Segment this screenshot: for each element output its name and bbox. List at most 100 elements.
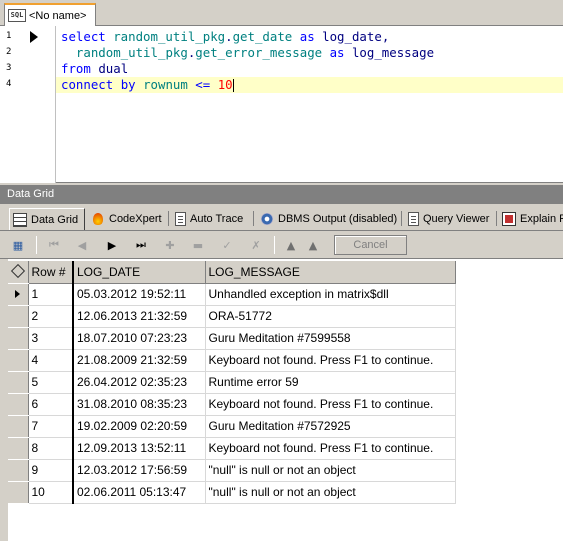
code-line-4[interactable]: connect by rownum <= 10 — [56, 77, 563, 93]
toolbar-separator — [274, 236, 275, 254]
tab-separator — [496, 211, 497, 226]
tab-dbms-output[interactable]: DBMS Output (disabled) — [257, 208, 397, 230]
cell-log-message[interactable]: ORA-51772 — [205, 305, 456, 328]
cell-rownum[interactable]: 7 — [28, 415, 74, 438]
import-icon[interactable]: ▲ — [305, 237, 321, 253]
document-tab[interactable]: SQL <No name> — [4, 3, 96, 26]
cell-log-date[interactable]: 31.08.2010 08:35:23 — [73, 393, 206, 416]
cell-rownum[interactable]: 2 — [28, 305, 74, 328]
data-grid[interactable]: Row # LOG_DATE LOG_MESSAGE 1 05.03.2012 1… — [0, 259, 563, 541]
cell-log-message[interactable]: Unhandled exception in matrix$dll — [205, 283, 456, 306]
cell-rownum[interactable]: 6 — [28, 393, 74, 416]
select-all-icon — [10, 263, 25, 278]
result-tabs: Data Grid CodeXpert Auto Trace DBMS Outp… — [0, 204, 563, 231]
cell-rownum[interactable]: 3 — [28, 327, 74, 350]
row-indicator[interactable] — [8, 459, 29, 482]
cell-rownum[interactable]: 1 — [28, 283, 74, 306]
cell-rownum[interactable]: 9 — [28, 459, 74, 482]
cell-log-message[interactable]: Keyboard not found. Press F1 to continue… — [205, 393, 456, 416]
row-indicator[interactable] — [8, 283, 29, 306]
cell-log-message[interactable]: "null" is null or not an object — [205, 481, 456, 504]
table-row[interactable]: 7 19.02.2009 02:20:59 Guru Meditation #757… — [8, 415, 456, 438]
tab-label: Data Grid — [31, 213, 79, 226]
table-row[interactable]: 2 12.06.2013 21:32:59 ORA-51772 — [8, 305, 456, 328]
code-line-1[interactable]: select random_util_pkg.get_date as log_d… — [61, 29, 389, 45]
tab-separator — [168, 211, 169, 226]
tab-auto-trace[interactable]: Auto Trace — [172, 208, 243, 230]
cell-rownum[interactable]: 4 — [28, 349, 74, 372]
cell-log-date[interactable]: 05.03.2012 19:52:11 — [73, 283, 206, 306]
cancel-button[interactable]: Cancel — [334, 235, 407, 255]
cell-log-message[interactable]: Guru Meditation #7572925 — [205, 415, 456, 438]
tab-label: Auto Trace — [190, 213, 244, 225]
table-row[interactable]: 8 12.09.2013 13:52:11 Keyboard not found. … — [8, 437, 456, 460]
explain-plan-icon — [502, 212, 516, 226]
row-indicator[interactable] — [8, 371, 29, 394]
first-record-icon[interactable]: ⏮ — [46, 237, 62, 253]
execution-pointer-icon — [30, 31, 38, 43]
grid-options-icon[interactable]: ▦ — [10, 237, 26, 253]
row-indicator[interactable] — [8, 481, 29, 504]
cell-rownum[interactable]: 5 — [28, 371, 74, 394]
tab-codexpert[interactable]: CodeXpert — [88, 208, 162, 230]
cell-log-message[interactable]: Runtime error 59 — [205, 371, 456, 394]
table-row[interactable]: 9 12.03.2012 17:56:59 "null" is null or no… — [8, 459, 456, 482]
cell-log-message[interactable]: Guru Meditation #7599558 — [205, 327, 456, 350]
cell-log-message[interactable]: "null" is null or not an object — [205, 459, 456, 482]
row-indicator[interactable] — [8, 305, 29, 328]
last-record-icon[interactable]: ⏭ — [133, 237, 149, 253]
document-tab-strip: SQL <No name> — [0, 0, 563, 26]
prior-record-icon[interactable]: ◀ — [74, 237, 90, 253]
cell-log-date[interactable]: 12.09.2013 13:52:11 — [73, 437, 206, 460]
flame-icon — [91, 212, 105, 226]
cell-rownum[interactable]: 8 — [28, 437, 74, 460]
cell-log-date[interactable]: 18.07.2010 07:23:23 — [73, 327, 206, 350]
document-tab-label: <No name> — [29, 9, 87, 22]
row-indicator[interactable] — [8, 349, 29, 372]
insert-record-icon[interactable]: ✚ — [162, 237, 178, 253]
row-indicator[interactable] — [8, 437, 29, 460]
sql-editor[interactable]: 1 2 3 4 select random_util_pkg.get_date … — [0, 26, 563, 183]
editor-gutter: 1 2 3 4 — [0, 26, 56, 183]
table-row[interactable]: 4 21.08.2009 21:32:59 Keyboard not found. … — [8, 349, 456, 372]
table-row[interactable]: 10 02.06.2011 05:13:47 "null" is null or n… — [8, 481, 456, 504]
row-indicator[interactable] — [8, 327, 29, 350]
table-row[interactable]: 3 18.07.2010 07:23:23 Guru Meditation #759… — [8, 327, 456, 350]
line-number: 3 — [6, 63, 12, 73]
tab-label: Query Viewer — [423, 213, 490, 225]
document-icon — [408, 212, 419, 226]
tab-data-grid[interactable]: Data Grid — [9, 208, 85, 230]
cell-log-message[interactable]: Keyboard not found. Press F1 to continue… — [205, 349, 456, 372]
delete-record-icon[interactable]: ▬ — [190, 237, 206, 253]
header-row: Row # LOG_DATE LOG_MESSAGE — [8, 261, 456, 284]
row-indicator[interactable] — [8, 415, 29, 438]
cell-log-message[interactable]: Keyboard not found. Press F1 to continue… — [205, 437, 456, 460]
code-line-3[interactable]: from dual — [61, 61, 128, 77]
cell-log-date[interactable]: 26.04.2012 02:35:23 — [73, 371, 206, 394]
post-edit-icon[interactable]: ✓ — [219, 237, 235, 253]
table-row[interactable]: 6 31.08.2010 08:35:23 Keyboard not found. … — [8, 393, 456, 416]
row-indicator[interactable] — [8, 393, 29, 416]
tab-query-viewer[interactable]: Query Viewer — [405, 208, 489, 230]
grid-corner[interactable] — [8, 261, 29, 284]
column-header-log-date[interactable]: LOG_DATE — [73, 261, 206, 284]
column-header-log-message[interactable]: LOG_MESSAGE — [205, 261, 456, 284]
tab-explain-plan[interactable]: Explain Plan — [499, 208, 563, 230]
cell-log-date[interactable]: 21.08.2009 21:32:59 — [73, 349, 206, 372]
sql-file-icon: SQL — [8, 9, 26, 22]
code-line-2[interactable]: random_util_pkg.get_error_message as log… — [61, 45, 434, 61]
table-row[interactable]: 1 05.03.2012 19:52:11 Unhandled exception … — [8, 283, 456, 306]
cell-log-date[interactable]: 12.06.2013 21:32:59 — [73, 305, 206, 328]
tab-label: CodeXpert — [109, 213, 162, 225]
cancel-edit-icon[interactable]: ✗ — [248, 237, 264, 253]
cell-log-date[interactable]: 12.03.2012 17:56:59 — [73, 459, 206, 482]
cell-log-date[interactable]: 19.02.2009 02:20:59 — [73, 415, 206, 438]
results-table: Row # LOG_DATE LOG_MESSAGE 1 05.03.2012 1… — [8, 261, 456, 504]
cell-rownum[interactable]: 10 — [28, 481, 74, 504]
table-row[interactable]: 5 26.04.2012 02:35:23 Runtime error 59 — [8, 371, 456, 394]
column-header-rownum[interactable]: Row # — [28, 261, 74, 284]
grid-icon — [13, 212, 27, 227]
next-record-icon[interactable]: ▶ — [104, 237, 120, 253]
cell-log-date[interactable]: 02.06.2011 05:13:47 — [73, 481, 206, 504]
export-icon[interactable]: ▲ — [283, 237, 299, 253]
